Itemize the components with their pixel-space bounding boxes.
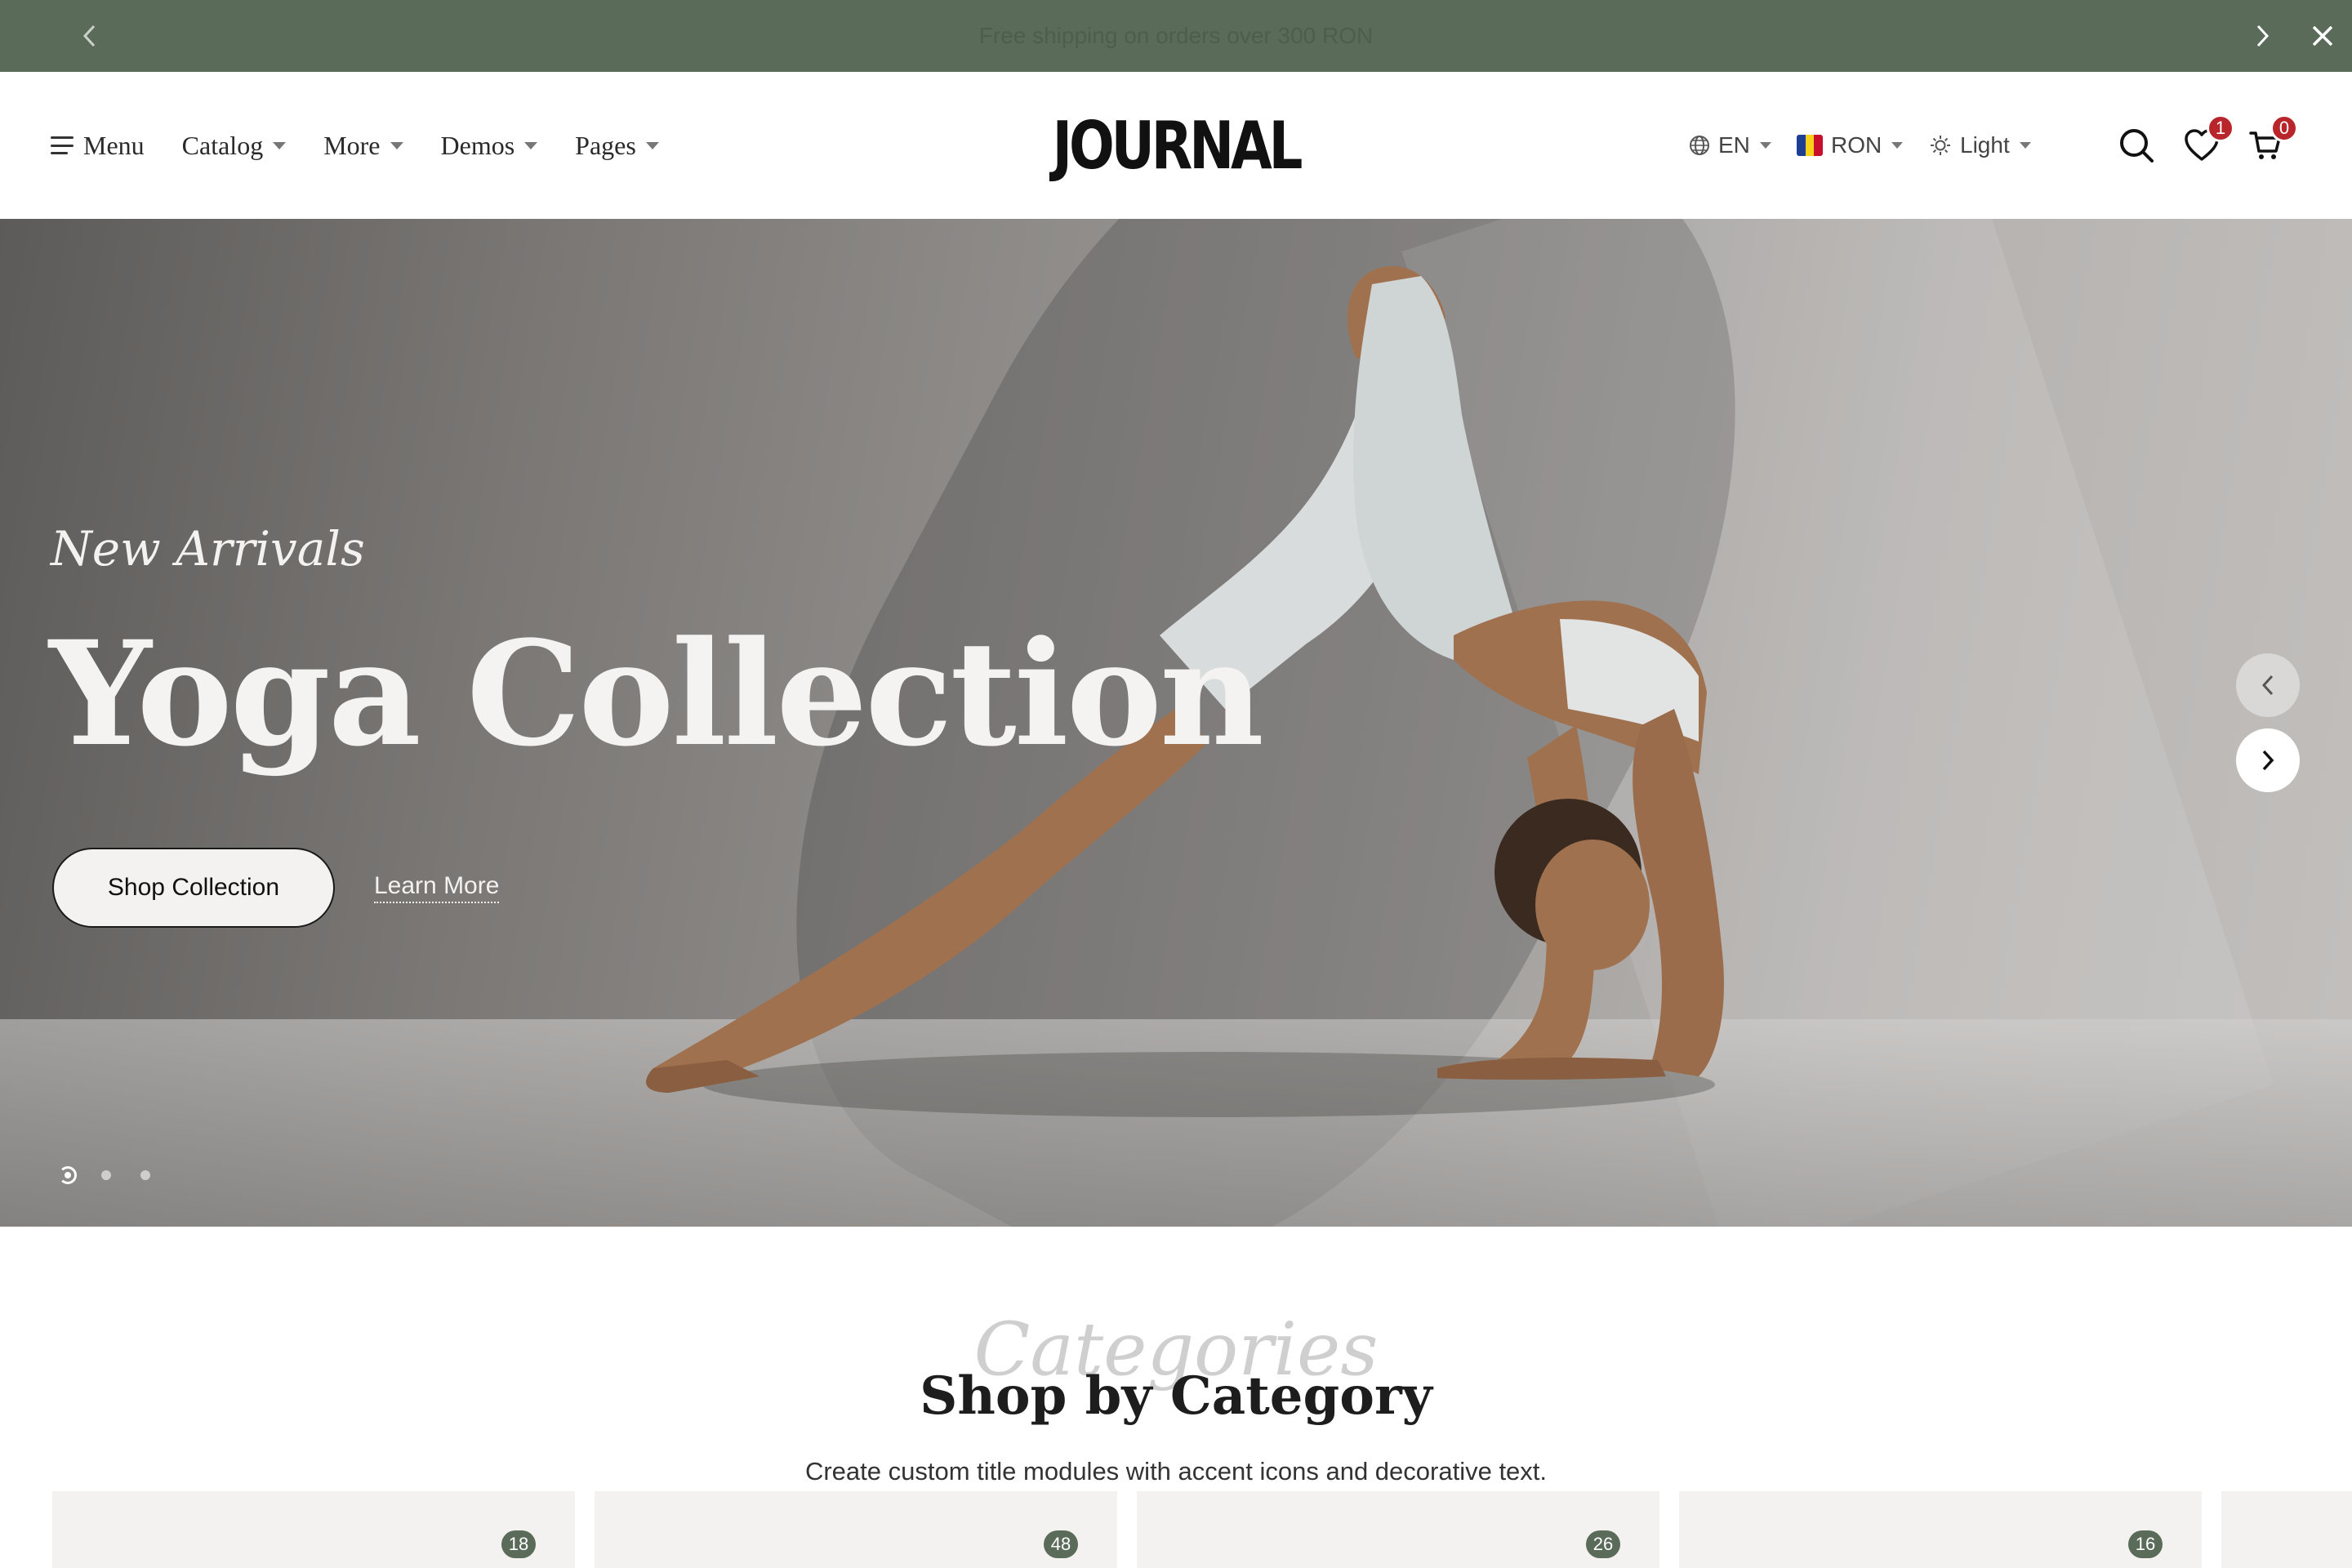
announcement-close-button[interactable] — [2305, 18, 2341, 54]
romania-flag-icon — [1797, 135, 1823, 156]
nav-menu-label: Menu — [83, 130, 145, 160]
slider-pagination — [59, 1166, 180, 1184]
category-count-badge: 18 — [501, 1530, 536, 1558]
chevron-left-icon — [2261, 675, 2274, 696]
nav-pages-label: Pages — [575, 130, 636, 160]
caret-down-icon — [524, 141, 538, 149]
announcement-prev-button[interactable] — [72, 18, 108, 54]
language-selector[interactable]: EN — [1689, 72, 1771, 219]
announcement-text: Free shipping on orders over 300 RON — [978, 23, 1374, 48]
globe-icon — [1690, 136, 1709, 155]
announcement-next-button[interactable] — [2244, 18, 2280, 54]
language-label: EN — [1718, 132, 1750, 158]
shop-collection-button[interactable]: Shop Collection — [52, 848, 335, 928]
hero-eyebrow: New Arrivals — [51, 521, 365, 577]
chevron-right-icon — [2262, 750, 2274, 771]
category-count-badge: 16 — [2128, 1530, 2163, 1558]
section-title: Shop by Category — [920, 1365, 1432, 1427]
theme-label: Light — [1960, 132, 2010, 158]
caret-down-icon — [273, 141, 287, 149]
nav-catalog[interactable]: Catalog — [182, 131, 287, 161]
category-card[interactable]: 48 — [595, 1491, 1117, 1568]
category-card-partial[interactable] — [2221, 1491, 2352, 1568]
slider-dot-3[interactable] — [140, 1170, 150, 1180]
announcement-bar: Free shipping on orders over 300 RON — [0, 0, 2352, 72]
slider-dot-2[interactable] — [101, 1170, 111, 1180]
caret-down-icon — [390, 141, 403, 149]
sun-icon — [1931, 136, 1950, 155]
hero-slider: New Arrivals Yoga Collection Shop Collec… — [0, 219, 2352, 1227]
currency-label: RON — [1831, 132, 1882, 158]
site-header: Menu Catalog More Demos Pages JOURNAL EN… — [0, 72, 2352, 219]
wishlist-button[interactable]: 1 — [2179, 114, 2234, 168]
cart-button[interactable]: 0 — [2243, 114, 2298, 168]
category-count-badge: 26 — [1586, 1530, 1620, 1558]
currency-selector[interactable]: RON — [1797, 72, 1904, 219]
category-card[interactable]: 18 — [52, 1491, 575, 1568]
nav-more-label: More — [323, 130, 381, 160]
wishlist-count-badge: 1 — [2207, 114, 2234, 142]
main-nav: Menu Catalog More Demos Pages — [51, 72, 697, 219]
theme-selector[interactable]: Light — [1929, 72, 2031, 219]
nav-demos-label: Demos — [440, 130, 515, 160]
nav-catalog-label: Catalog — [181, 130, 264, 160]
hero-title: Yoga Collection — [49, 609, 1264, 778]
nav-more[interactable]: More — [323, 131, 403, 161]
slider-dot-1[interactable] — [59, 1166, 77, 1184]
hamburger-icon — [51, 136, 74, 154]
caret-down-icon — [645, 141, 659, 149]
search-icon — [2120, 129, 2154, 163]
section-subtitle: Create custom title modules with accent … — [804, 1457, 1548, 1486]
nav-pages[interactable]: Pages — [575, 131, 659, 161]
caret-down-icon — [1891, 142, 1904, 149]
caret-down-icon — [1759, 142, 1771, 149]
search-button[interactable] — [2114, 122, 2159, 168]
slider-prev-button[interactable] — [2236, 653, 2300, 717]
slider-next-button[interactable] — [2236, 728, 2300, 792]
cart-count-badge: 0 — [2270, 114, 2298, 142]
category-count-badge: 48 — [1044, 1530, 1078, 1558]
learn-more-link[interactable]: Learn More — [374, 872, 500, 903]
category-cards: 18 48 26 16 — [52, 1491, 2352, 1568]
category-card[interactable]: 26 — [1137, 1491, 1659, 1568]
chevron-left-icon — [82, 24, 96, 47]
chevron-right-icon — [2256, 24, 2270, 47]
nav-menu[interactable]: Menu — [51, 131, 145, 161]
nav-demos[interactable]: Demos — [441, 131, 538, 161]
site-logo[interactable]: JOURNAL — [1053, 108, 1303, 184]
close-icon — [2312, 25, 2333, 47]
caret-down-icon — [2019, 142, 2031, 149]
category-card[interactable]: 16 — [1679, 1491, 2202, 1568]
